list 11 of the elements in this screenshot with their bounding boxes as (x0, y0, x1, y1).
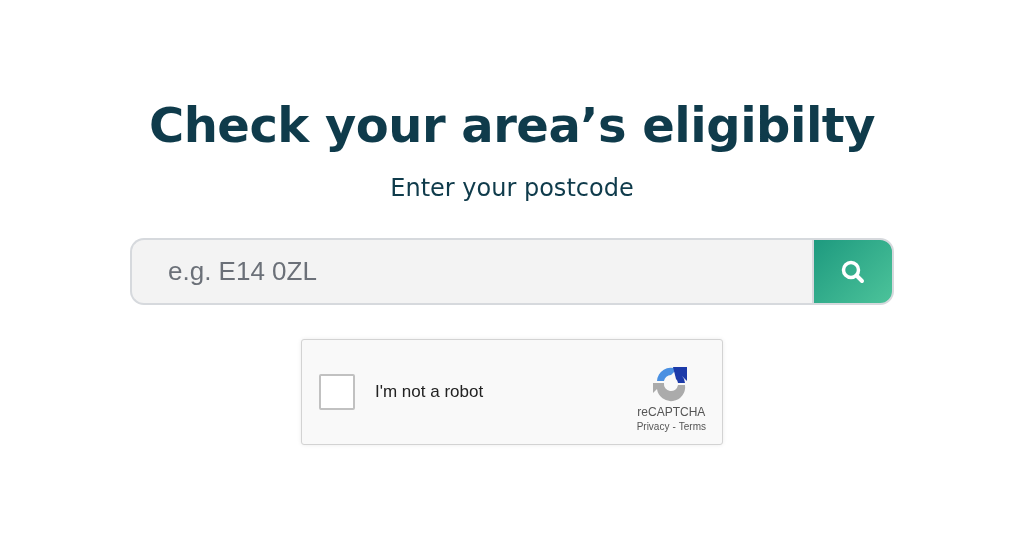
search-icon (840, 258, 866, 285)
page-heading: Check your area’s eligibilty (148, 96, 876, 155)
search-button[interactable] (812, 238, 894, 305)
terms-link[interactable]: Terms (678, 420, 706, 432)
subheading: Enter your postcode (390, 173, 634, 204)
captcha-checkbox[interactable] (319, 374, 355, 410)
postcode-search-field[interactable]: e.g. E14 0ZL (130, 238, 812, 305)
captcha-label: I'm not a robot (375, 382, 485, 402)
captcha-brand: reCAPTCHA (637, 404, 706, 419)
privacy-link[interactable]: Privacy (636, 420, 670, 432)
link-separator: - (672, 420, 676, 432)
